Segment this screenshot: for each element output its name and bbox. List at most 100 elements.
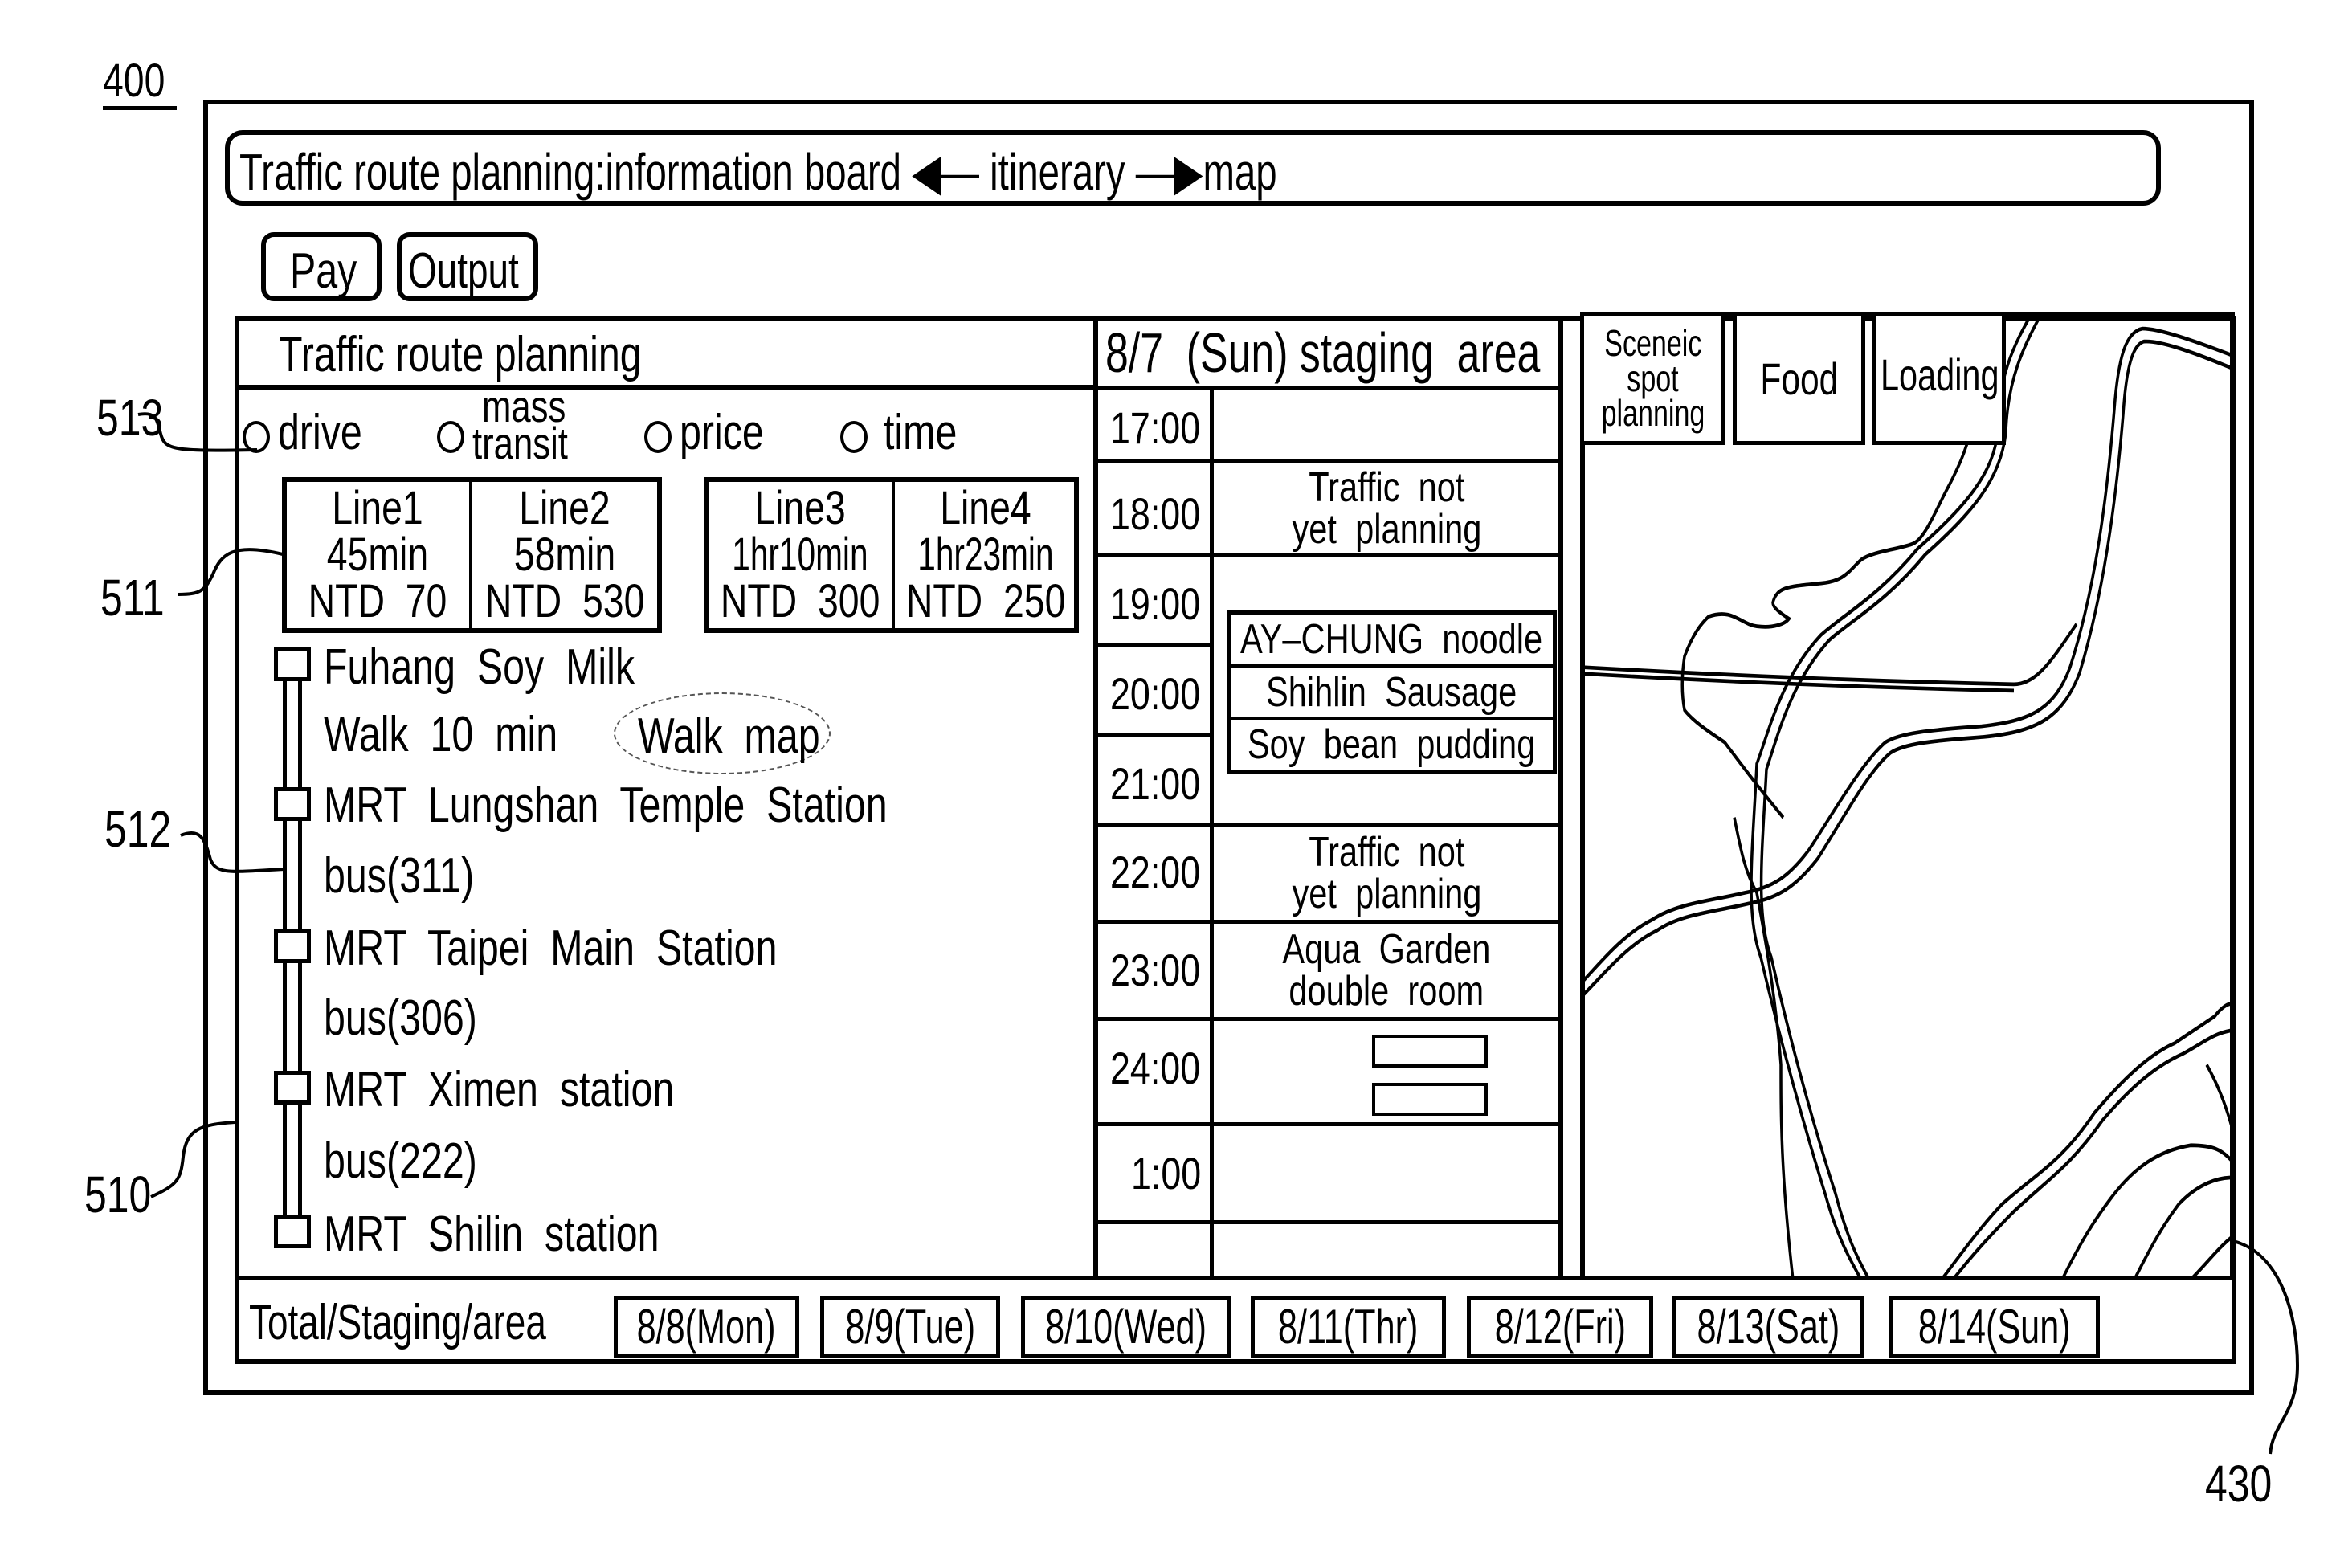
walk-map-label: Walk map [638, 708, 820, 764]
stop-marker [274, 1215, 311, 1248]
line-option[interactable]: Line4 1hr23min NTD 250 [895, 482, 1078, 628]
walk-map-link[interactable]: Walk map [614, 692, 831, 774]
time-label: 22:00 [1110, 847, 1201, 897]
food-item[interactable]: Shihlin Sausage [1231, 668, 1553, 721]
itinerary-leg: Walk 10 min [324, 707, 558, 762]
slot-text: yet planning [1292, 871, 1481, 917]
date-label: 8/8(Mon) [637, 1300, 776, 1354]
itinerary-stop[interactable]: MRT Shilin station [324, 1210, 660, 1260]
pay-button-label: Pay [290, 243, 357, 299]
map-contour [1950, 1028, 2230, 1280]
map-tab-food[interactable]: Food [1733, 312, 1865, 445]
page-title: Traffic route planning:information board… [239, 143, 1277, 201]
food-item-label: AY–CHUNG noodle [1240, 615, 1543, 663]
option-label-transit: transit [472, 418, 568, 468]
food-item-label: Shihlin Sausage [1266, 668, 1517, 716]
date-label: 8/12(Fri) [1494, 1300, 1626, 1354]
date-button[interactable]: 8/9(Tue) [820, 1296, 1000, 1358]
time-label: 1:00 [1131, 1148, 1202, 1198]
date-button[interactable]: 8/8(Mon) [614, 1296, 799, 1358]
row-line [1093, 553, 1561, 557]
row-line [1093, 1017, 1561, 1021]
line-name: Line3 [753, 482, 846, 534]
line-option[interactable]: Line3 1hr10min NTD 300 [709, 482, 895, 628]
tab-text: Loading [1881, 349, 1999, 400]
itinerary-stop[interactable]: Fuhang Soy Milk [324, 643, 635, 692]
line-name: Line1 [332, 482, 424, 534]
time-label: 21:00 [1110, 758, 1201, 809]
line-duration: 45min [327, 529, 429, 581]
empty-slot-box[interactable] [1372, 1083, 1488, 1116]
line-duration: 58min [513, 529, 615, 581]
food-item-label: Soy bean pudding [1248, 721, 1536, 769]
line-name: Line4 [940, 482, 1032, 534]
schedule-slot-18[interactable]: Traffic not yet planning [1214, 463, 1559, 553]
line-price: NTD 70 [308, 575, 447, 627]
time-label: 24:00 [1110, 1043, 1201, 1093]
option-label-time: time [884, 405, 958, 460]
itinerary-leg: bus(222) [324, 1133, 477, 1189]
radio-price[interactable] [644, 421, 672, 453]
tab-text: planning [1601, 392, 1705, 435]
option-label-price: price [680, 405, 764, 460]
line-duration: 1hr23min [917, 529, 1054, 581]
slot-text: Traffic not [1308, 463, 1465, 511]
map-contour [2060, 1143, 2230, 1280]
date-label: 8/13(Sat) [1697, 1300, 1840, 1354]
slot-text: Aqua Garden [1282, 926, 1491, 973]
line-group-1: Line1 45min NTD 70 Line2 58min NTD 530 [282, 477, 662, 633]
date-button[interactable]: 8/11(Thr) [1251, 1296, 1446, 1358]
output-button[interactable]: Output [397, 232, 538, 301]
map-contour [2189, 1236, 2230, 1280]
slot-text: double room [1288, 968, 1484, 1015]
line-option[interactable]: Line2 58min NTD 530 [472, 482, 658, 628]
radio-drive[interactable] [243, 421, 270, 453]
date-button[interactable]: 8/12(Fri) [1467, 1296, 1653, 1358]
radio-time[interactable] [840, 421, 868, 453]
radio-mass-transit[interactable] [437, 421, 464, 453]
route-panel-title: Traffic route planning [279, 327, 642, 382]
schedule-header-divider [1093, 386, 1561, 390]
row-line [1093, 1122, 1561, 1126]
itinerary-leg: bus(311) [324, 848, 475, 904]
arrow-right-icon: —▶ [1135, 143, 1203, 201]
time-label: 19:00 [1110, 578, 1201, 629]
time-label: 20:00 [1110, 668, 1201, 719]
date-button[interactable]: 8/13(Sat) [1672, 1296, 1864, 1358]
option-label-drive: drive [278, 405, 362, 460]
map-tab-scenic-spot-planning[interactable]: Sceneic spot planning [1580, 312, 1725, 445]
map-road [1585, 623, 2078, 687]
date-button[interactable]: 8/14(Sun) [1889, 1296, 2100, 1358]
food-item[interactable]: Soy bean pudding [1231, 720, 1553, 770]
date-label: 8/11(Thr) [1278, 1300, 1419, 1354]
route-panel-header: Traffic route planning [235, 316, 1096, 390]
tab-text: spot [1627, 357, 1679, 399]
itinerary-stop[interactable]: MRT Ximen station [324, 1065, 674, 1115]
line-option[interactable]: Line1 45min NTD 70 [287, 482, 472, 628]
pay-button[interactable]: Pay [261, 232, 382, 301]
stop-marker [274, 1071, 311, 1105]
itinerary-stop[interactable]: MRT Taipei Main Station [324, 924, 777, 974]
date-button[interactable]: 8/10(Wed) [1021, 1296, 1231, 1358]
time-label: 23:00 [1110, 945, 1201, 995]
map-panel[interactable] [1580, 312, 2235, 1280]
output-button-label: Output [408, 243, 519, 299]
map-contour [2205, 1064, 2230, 1126]
time-label: 17:00 [1110, 402, 1201, 453]
stop-marker [274, 787, 311, 821]
row-line [1093, 1220, 1561, 1224]
map-contour [2133, 1175, 2230, 1280]
itinerary-stop[interactable]: MRT Lungshan Temple Station [324, 781, 888, 831]
arrow-left-icon: ◀— [912, 143, 979, 201]
map-tab-loading[interactable]: Loading [1872, 312, 2006, 445]
title-bar: Traffic route planning:information board… [225, 130, 2161, 206]
map-roads [1585, 317, 2230, 1280]
schedule-slot-22[interactable]: Traffic not yet planning [1214, 827, 1559, 920]
map-road [1750, 317, 2032, 1280]
line-price: NTD 300 [720, 575, 880, 627]
line-duration: 1hr10min [732, 529, 868, 581]
food-item[interactable]: AY–CHUNG noodle [1231, 615, 1553, 668]
empty-slot-box[interactable] [1372, 1035, 1488, 1068]
footer-label: Total/Staging/area [249, 1295, 546, 1350]
schedule-slot-23[interactable]: Aqua Garden double room [1214, 924, 1559, 1017]
